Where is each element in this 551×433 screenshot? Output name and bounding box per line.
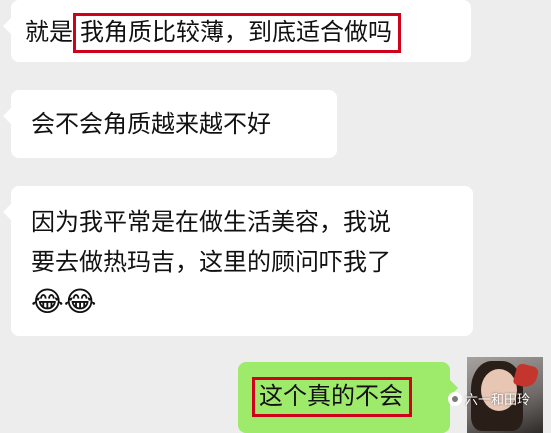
- watermark-text: 六一和田玲: [465, 393, 531, 408]
- message-text: 会不会角质越来越不好: [31, 110, 271, 138]
- message-bubble-incoming[interactable]: 就是 我角质比较薄，到底适合做吗: [3, 0, 471, 62]
- message-bubble-incoming[interactable]: 会不会角质越来越不好: [3, 90, 337, 158]
- message-text-line: 要去做热玛吉，这里的顾问吓我了: [31, 248, 391, 276]
- watermark: 六一和田玲: [448, 389, 530, 408]
- wechat-account-icon: [448, 391, 462, 406]
- message-text: 就是: [25, 18, 73, 46]
- highlighted-text: 这个真的不会: [252, 377, 412, 417]
- highlighted-text: 我角质比较薄，到底适合做吗: [73, 13, 401, 53]
- message-text-line: 因为我平常是在做生活美容，我说: [31, 208, 391, 236]
- message-bubble-outgoing[interactable]: 这个真的不会: [238, 362, 458, 433]
- message-bubble-incoming[interactable]: 因为我平常是在做生活美容，我说 要去做热玛吉，这里的顾问吓我了 😂😂: [3, 186, 473, 336]
- emoji-laughing-icon: 😂😂: [31, 285, 97, 318]
